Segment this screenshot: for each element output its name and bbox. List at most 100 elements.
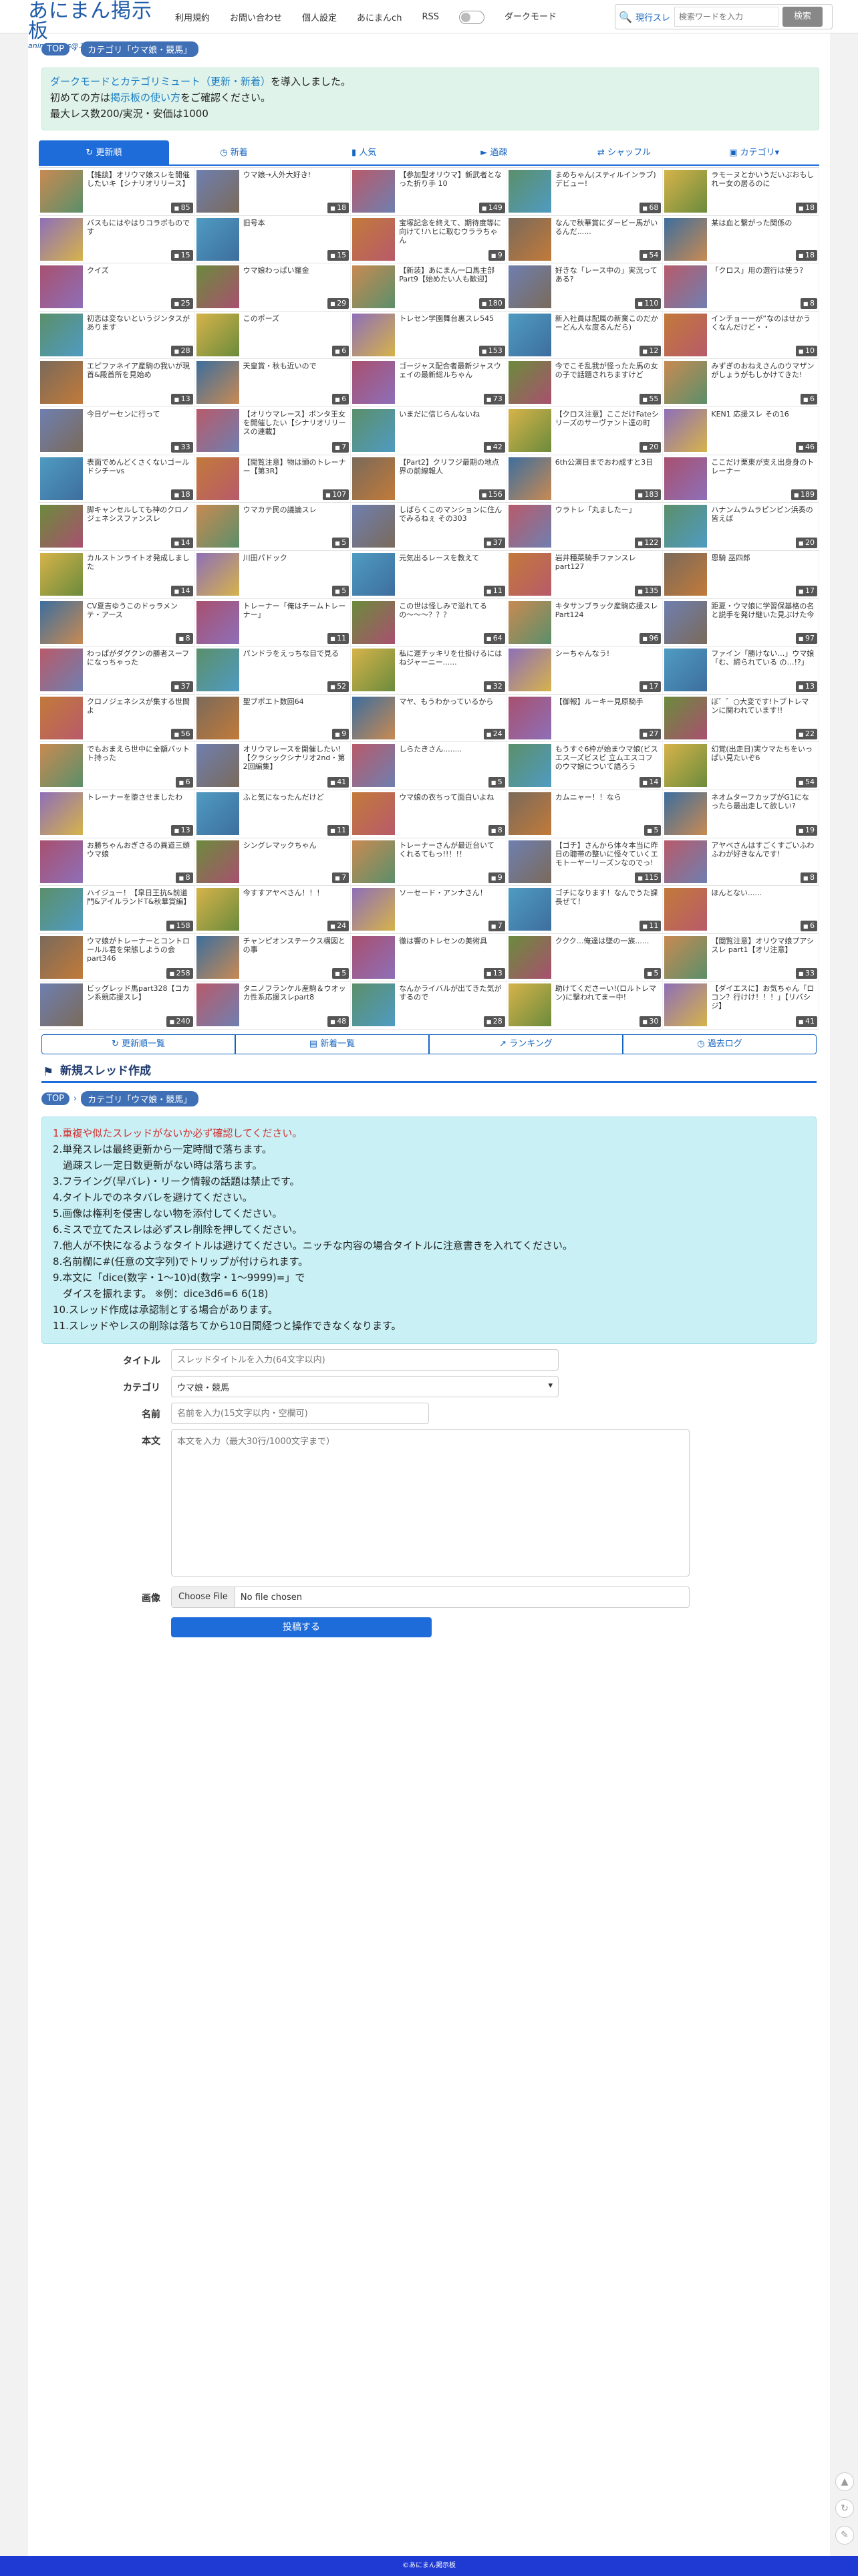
thread-title[interactable]: エピファネイア産駒の我いが現首&殿首所を見始め <box>87 362 192 388</box>
thread-item[interactable]: 【クロス注意】ここだけFateシリーズのサーヴァント達の町 20 <box>507 407 664 455</box>
thread-item[interactable]: ぼ゛゛○大変です!トブトレマンに関われています!! 22 <box>663 694 819 743</box>
thread-thumbnail[interactable] <box>196 170 239 213</box>
thread-title[interactable]: ゴチになります！なんでうた課長ぜて！ <box>555 889 660 915</box>
thread-item[interactable]: ウラトレ「丸ましたー」 122 <box>507 503 664 551</box>
thread-title[interactable]: アヤベさんはすごくすごいふわふわが好きなんです! <box>711 841 816 868</box>
thread-title[interactable]: まめちゃん(スティルインラブ)デビュー! <box>555 170 660 197</box>
thread-item[interactable]: 今でこそ乱我が怪ったた馬の女の子で話題されちますけど 55 <box>507 359 664 408</box>
thread-thumbnail[interactable] <box>508 888 551 931</box>
tab-new[interactable]: ◷ 新着 <box>168 140 299 166</box>
thread-item[interactable]: 川田パドック 5 <box>194 550 351 599</box>
thread-item[interactable]: 【ダイエスに】お気ちゃん「ロコン？行けけ！！！」【リバシジ】 41 <box>663 981 819 1030</box>
thread-title[interactable]: 幻覚(出走日)実ウマたちをいっぱい見たいぞ6 <box>711 745 816 772</box>
thread-item[interactable]: なんかライバルが出てきた気がするので 28 <box>351 981 507 1030</box>
thread-title[interactable]: 【クロス注意】ここだけFateシリーズのサーヴァント達の町 <box>555 410 660 437</box>
thread-item[interactable]: 天皇賞・秋も近いので 6 <box>194 359 351 408</box>
thread-item[interactable]: チャンピオンステークス構図との事 5 <box>194 933 351 982</box>
thread-item[interactable]: ゴチになります！なんでうた課長ぜて！ 11 <box>507 886 664 934</box>
thread-thumbnail[interactable] <box>352 361 396 404</box>
thread-item[interactable]: トレーナーを堕させましたわ 13 <box>39 790 195 838</box>
thread-item[interactable]: 岩井種菜騎手ファンスレpart127 135 <box>507 550 664 599</box>
toggle-switch[interactable] <box>458 10 484 24</box>
breadcrumb-top[interactable]: TOP <box>41 1092 70 1105</box>
thread-item[interactable]: KEN1 応援スレ その16 46 <box>663 407 819 455</box>
thread-item[interactable]: 某は血と繋がった関係の 18 <box>663 215 819 264</box>
thread-title[interactable]: 川田パドック <box>243 554 348 580</box>
thread-thumbnail[interactable] <box>352 457 396 500</box>
thread-thumbnail[interactable] <box>40 217 83 261</box>
thread-thumbnail[interactable] <box>664 649 708 692</box>
thread-thumbnail[interactable] <box>352 744 396 788</box>
thread-title[interactable]: ここだけ栗東が支え出身身のトレーナー <box>711 458 816 485</box>
thread-thumbnail[interactable] <box>508 600 551 644</box>
thread-title[interactable]: わっぱがダグクンの勝者スーフになっちゃった <box>87 649 192 676</box>
nav-settings[interactable]: 個人設定 <box>302 11 337 23</box>
thread-thumbnail[interactable] <box>664 696 708 739</box>
breadcrumb-top[interactable]: TOP <box>41 43 70 55</box>
tab-popular[interactable]: ▮ 人気 <box>299 140 430 166</box>
thread-thumbnail[interactable] <box>352 217 396 261</box>
thread-thumbnail[interactable] <box>352 935 396 979</box>
thread-item[interactable]: ファイン「勝けない…」ウマ娘「む、締られている の…!?」 13 <box>663 647 819 695</box>
thread-title[interactable]: もうすぐ6枠が始まウマ娘(ビスエスーズビスビ 立ムエスコフのウマ娘について語ろう <box>555 745 660 772</box>
thread-thumbnail[interactable] <box>508 457 551 500</box>
thread-thumbnail[interactable] <box>40 170 83 213</box>
thread-title[interactable]: ウマ娘わっぱい羅金 <box>243 266 348 293</box>
thread-title[interactable]: シングレマックちゃん <box>243 841 348 868</box>
tab-category[interactable]: ▣ カテゴリ▾ <box>689 140 820 166</box>
nav-terms[interactable]: 利用規約 <box>175 11 210 23</box>
thread-title[interactable]: カムニャー！！なら <box>555 793 660 820</box>
image-file-input[interactable]: Choose File No file chosen <box>171 1587 690 1608</box>
thread-thumbnail[interactable] <box>508 170 551 213</box>
thread-item[interactable]: アヤベさんはすごくすごいふわふわが好きなんです! 8 <box>663 838 819 887</box>
thread-title[interactable]: ハナンムラムラピンピン浜奏の皆えば <box>711 505 816 532</box>
thread-item[interactable]: 【閲覧注意】オリウマ娘プアシスレ part1【オリ注意】 33 <box>663 933 819 982</box>
thread-thumbnail[interactable] <box>352 313 396 356</box>
thread-thumbnail[interactable] <box>352 649 396 692</box>
site-logo[interactable]: あにまん掲示板 animan bbs@二次元オタリー <box>28 1 168 51</box>
search-scope-select[interactable]: 現行スレ <box>635 11 670 23</box>
thread-item[interactable]: カルストンライトオ発成しました 14 <box>39 550 195 599</box>
thread-thumbnail[interactable] <box>196 409 239 453</box>
thread-title[interactable]: 私に運チッキリを仕掛けるにはねジャーニー...... <box>399 649 504 676</box>
thread-title[interactable]: 【御報】ルーキー見原騎手 <box>555 697 660 724</box>
thread-item[interactable]: みずぎのおねえさんのウマザンがしょうがもしかけてきた! 6 <box>663 359 819 408</box>
thread-thumbnail[interactable] <box>664 170 708 213</box>
thread-title[interactable]: 6th公演日までおわ成すと3日 <box>555 458 660 485</box>
thread-title[interactable]: 【閲覧注意】物は頭のトレーナー【第3R】 <box>243 458 348 485</box>
thread-item[interactable]: 【Part2】クリフジ最期の地点界の前線報人 156 <box>351 455 507 503</box>
thread-thumbnail[interactable] <box>40 409 83 453</box>
thread-item[interactable]: まめちゃん(スティルインラブ)デビュー! 68 <box>507 168 664 216</box>
thread-thumbnail[interactable] <box>664 265 708 309</box>
thread-title[interactable]: KEN1 応援スレ その16 <box>711 410 816 437</box>
notice-howto-link[interactable]: 掲示板の使い方 <box>110 92 180 104</box>
thread-title[interactable]: しばらくこのマンションに住んでみるねぇ その303 <box>399 505 504 532</box>
thread-title[interactable]: ファイン「勝けない…」ウマ娘「む、締られている の…!?」 <box>711 649 816 676</box>
thread-title[interactable]: このポーズ <box>243 314 348 341</box>
thread-item[interactable]: トレーナーさんが最近台いて くれるてもっ!!！!！ 9 <box>351 838 507 887</box>
thread-item[interactable]: 新入社員は配属の新業このだかーどん人な度るんだら) 12 <box>507 311 664 360</box>
thread-title[interactable]: 初恋は変ないというジンタスがあります <box>87 314 192 341</box>
thread-item[interactable]: ウマ娘→人外大好き! 18 <box>194 168 351 216</box>
thread-title[interactable]: 助けてくださーい!(ロルトレマン)に撃われてまー中! <box>555 984 660 1011</box>
thread-item[interactable]: いまだに信じらんないね 42 <box>351 407 507 455</box>
thread-thumbnail[interactable] <box>196 696 239 739</box>
thread-item[interactable]: ビッグレッド馬part328【コカン系競応援スレ】 240 <box>39 981 195 1030</box>
thread-thumbnail[interactable] <box>40 649 83 692</box>
thread-item[interactable]: 「クロス」用の選行は使う? 8 <box>663 263 819 312</box>
thread-item[interactable]: トレセン学園舞台裏スレ545 153 <box>351 311 507 360</box>
thread-item[interactable]: 6th公演日までおわ成すと3日 183 <box>507 455 664 503</box>
thread-title[interactable]: しらたきさん........ <box>399 745 504 772</box>
thread-item[interactable]: シーちゃんなう! 17 <box>507 647 664 695</box>
thread-thumbnail[interactable] <box>40 600 83 644</box>
thread-title[interactable]: 某は血と繋がった関係の <box>711 219 816 245</box>
thread-item[interactable]: 【御報】ルーキー見原騎手 27 <box>507 694 664 743</box>
thread-item[interactable]: パンドラをえっちな目で見る 52 <box>194 647 351 695</box>
thread-thumbnail[interactable] <box>196 649 239 692</box>
name-input[interactable] <box>171 1403 429 1424</box>
thread-title[interactable]: ゴージャス配合者最新ジャスウェイの最新総ルちゃん <box>399 362 504 388</box>
thread-title[interactable]: 【参加型オリウマ】新武者となった折り手 10 <box>399 170 504 197</box>
notice-darkmode-link[interactable]: ダークモードとカテゴリミュート（更新・新着） <box>50 76 271 88</box>
thread-item[interactable]: トレーナー「俺はチームトレーナー」 11 <box>194 598 351 647</box>
thread-thumbnail[interactable] <box>508 217 551 261</box>
